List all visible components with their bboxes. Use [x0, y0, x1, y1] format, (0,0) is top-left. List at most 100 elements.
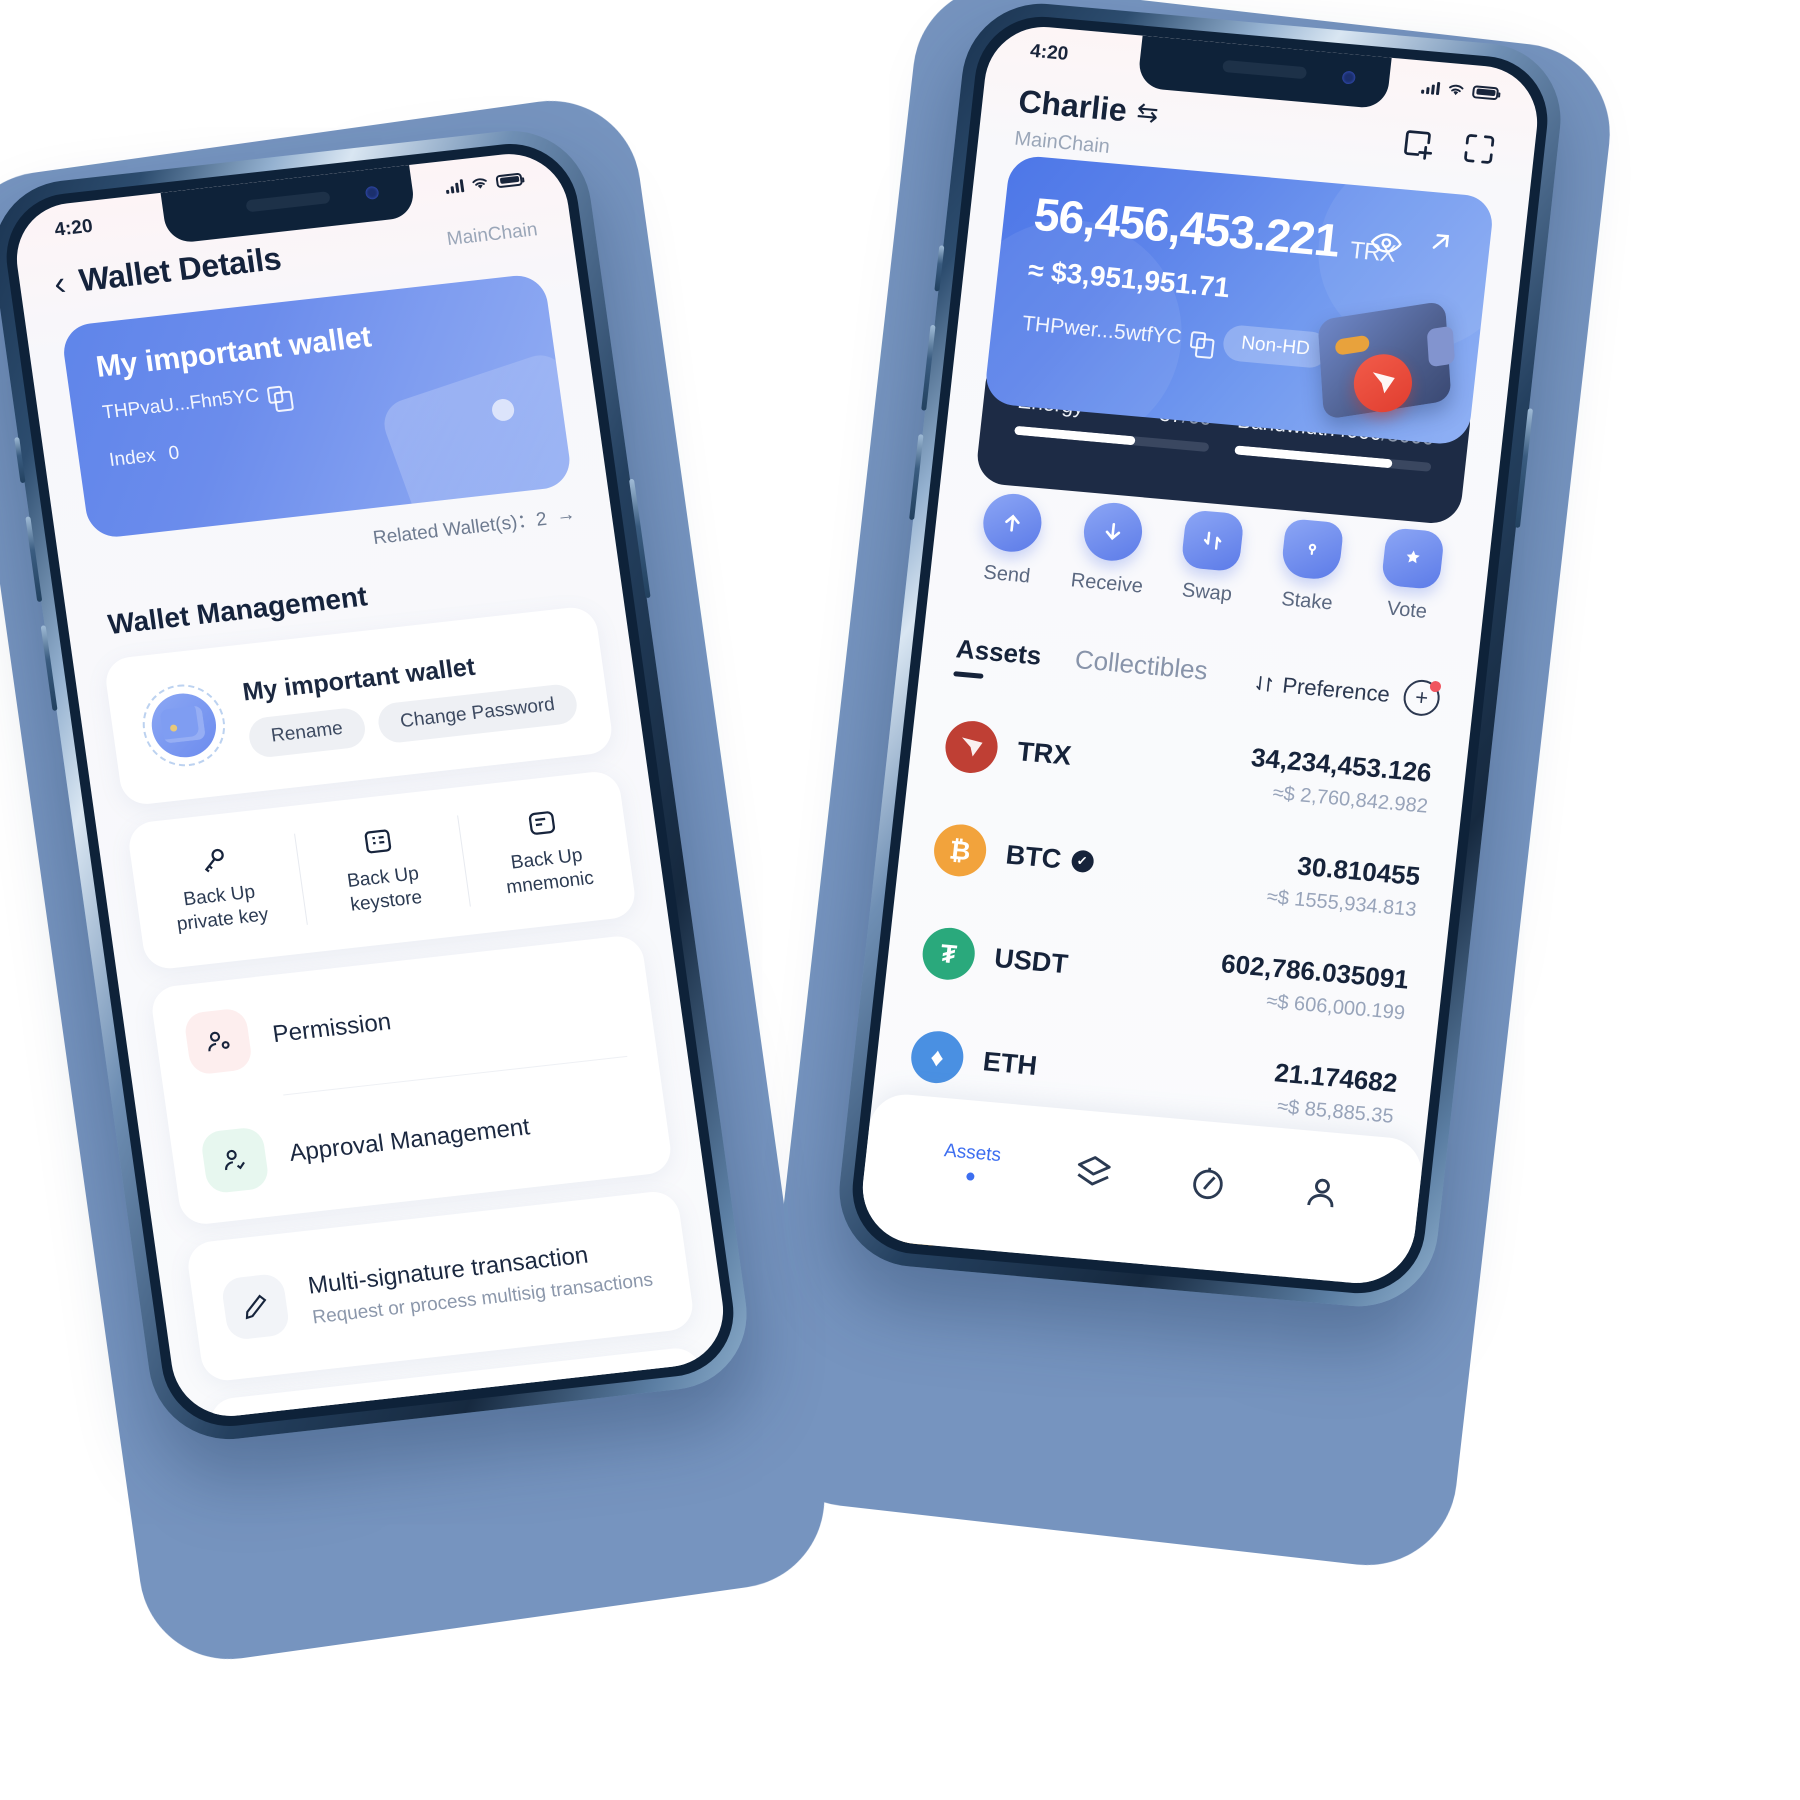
wallet-type-badge: Non-HD [1221, 324, 1330, 370]
asset-symbol: ETH [981, 1045, 1039, 1081]
asset-symbol: TRX [1015, 735, 1073, 771]
action-receive[interactable]: Receive [1056, 498, 1166, 599]
key-icon [205, 849, 225, 873]
front-camera-icon [1341, 70, 1356, 85]
mnemonic-icon [528, 811, 555, 836]
keystore-icon [364, 829, 392, 854]
energy-progress-bar [1014, 425, 1209, 452]
tabbar-item-assets[interactable]: Assets [941, 1140, 1002, 1183]
related-wallets-label: Related Wallet(s)：2 [371, 508, 549, 550]
arrow-down-icon [1080, 500, 1145, 564]
wallet-identity-block: My important wallet Rename Change Passwo… [103, 604, 615, 807]
pen-icon [220, 1272, 291, 1341]
asset-amount: 30.810455 [1295, 850, 1422, 891]
arrow-up-icon [980, 491, 1045, 555]
rename-button[interactable]: Rename [246, 705, 368, 759]
preference-label: Preference [1281, 672, 1392, 707]
trx-coin-icon [942, 718, 1001, 776]
add-token-icon[interactable]: + [1401, 677, 1442, 717]
backup-keystore-label: Back Up keystore [345, 863, 424, 916]
tron-icon [1372, 372, 1395, 394]
bandwidth-progress-bar [1233, 445, 1432, 472]
asset-fiat: ≈$ 85,885.35 [1276, 1095, 1395, 1128]
profile-icon [1307, 1178, 1334, 1208]
front-camera-icon [364, 185, 380, 200]
right-phone-bezel: 4:20 Charlie ⇆ MainChain 56,456,453.221 … [845, 11, 1555, 1299]
signal-bars-icon [1421, 80, 1441, 95]
account-name: Charlie [1016, 82, 1129, 129]
backup-private-key-label: Back Up private key [175, 881, 270, 936]
action-stake[interactable]: Stake [1256, 516, 1366, 617]
backup-mnemonic-button[interactable]: Back Up mnemonic [454, 769, 638, 934]
wifi-icon [1449, 84, 1464, 96]
verified-badge-icon: ✓ [1069, 849, 1095, 874]
active-indicator-dot [965, 1172, 975, 1181]
swap-icon [1180, 509, 1245, 573]
action-swap[interactable]: Swap [1156, 507, 1266, 608]
tab-assets[interactable]: Assets [953, 633, 1043, 685]
back-button[interactable]: ‹ [52, 264, 69, 303]
permission-block: Permission Approval Management [149, 933, 674, 1227]
scan-icon[interactable] [1458, 128, 1500, 169]
status-time: 4:20 [1029, 40, 1070, 65]
index-value: 0 [167, 442, 181, 465]
eth-coin-icon: ♦ [908, 1028, 967, 1086]
ticket-icon [1380, 527, 1445, 590]
index-label: Index [107, 445, 157, 472]
copy-icon[interactable] [1189, 330, 1207, 349]
balance-card: 56,456,453.221 TRX ≈ $3,951,951.71 THPwe… [983, 154, 1495, 447]
status-time: 4:20 [53, 215, 95, 241]
battery-icon [1471, 84, 1500, 100]
action-receive-label: Receive [1069, 569, 1145, 598]
action-send[interactable]: Send [956, 490, 1066, 591]
add-wallet-icon[interactable] [1396, 123, 1438, 164]
copy-icon[interactable] [266, 384, 285, 404]
speaker-icon [245, 191, 331, 213]
wallet-address: THPvaU...Fhn5YC [101, 385, 261, 424]
action-stake-label: Stake [1280, 588, 1334, 615]
usdt-coin-icon: ₮ [919, 925, 978, 982]
eye-icon[interactable] [1368, 225, 1406, 262]
switch-account-icon[interactable]: ⇆ [1135, 96, 1160, 129]
screenshot-stage: 4:20 ‹ Wallet Details MainChain My impor… [0, 0, 1800, 1800]
speaker-icon [1222, 59, 1308, 80]
tabbar-item-discover[interactable] [1186, 1161, 1230, 1204]
tabbar-item-profile[interactable] [1299, 1171, 1343, 1214]
shield-lock-icon [1280, 518, 1345, 582]
related-wallets-link[interactable]: Related Wallet(s)：2 → [371, 501, 577, 550]
chain-label: MainChain [445, 218, 539, 250]
tab-collectibles[interactable]: Collectibles [1072, 644, 1209, 701]
action-vote[interactable]: Vote [1356, 525, 1466, 626]
wallet-summary-card[interactable]: My important wallet THPvaU...Fhn5YC Inde… [60, 272, 574, 540]
change-password-button[interactable]: Change Password [375, 682, 580, 745]
external-link-icon[interactable] [1424, 226, 1457, 258]
approval-label: Approval Management [287, 1113, 532, 1167]
signal-bars-icon [445, 178, 465, 194]
asset-symbol: BTC [1004, 839, 1063, 874]
compass-icon [1192, 1167, 1223, 1200]
action-swap-label: Swap [1180, 579, 1234, 606]
action-send-label: Send [982, 561, 1032, 588]
permission-label: Permission [270, 1008, 393, 1049]
backup-keystore-button[interactable]: Back Up keystore [290, 788, 474, 953]
tabbar-item-layers[interactable] [1072, 1151, 1116, 1194]
card-decoration-dot [490, 397, 516, 423]
asset-fiat: ≈$ 1555,934.813 [1265, 885, 1418, 921]
btc-coin-icon: ₿ [931, 822, 989, 879]
asset-amount: 21.174682 [1273, 1056, 1399, 1098]
account-name-row[interactable]: Charlie ⇆ [1017, 83, 1161, 132]
wallet-home-screen: 4:20 Charlie ⇆ MainChain 56,456,453.221 … [856, 22, 1544, 1288]
battery-icon [495, 172, 523, 188]
wifi-icon [472, 178, 487, 189]
sort-icon [1256, 675, 1273, 692]
preference-button[interactable]: Preference [1253, 670, 1391, 708]
backup-mnemonic-label: Back Up mnemonic [505, 845, 596, 899]
section-title-wallet-management: Wallet Management [105, 580, 370, 641]
chevron-right-icon: → [554, 503, 577, 527]
backup-private-key-button[interactable]: Back Up private key [126, 806, 310, 971]
action-vote-label: Vote [1385, 597, 1429, 623]
tabbar-assets-label: Assets [943, 1140, 1003, 1167]
backup-options-block: Back Up private key Back Up keystore Back … [126, 769, 638, 971]
asset-symbol: USDT [992, 942, 1070, 979]
permission-icon [183, 1007, 254, 1076]
